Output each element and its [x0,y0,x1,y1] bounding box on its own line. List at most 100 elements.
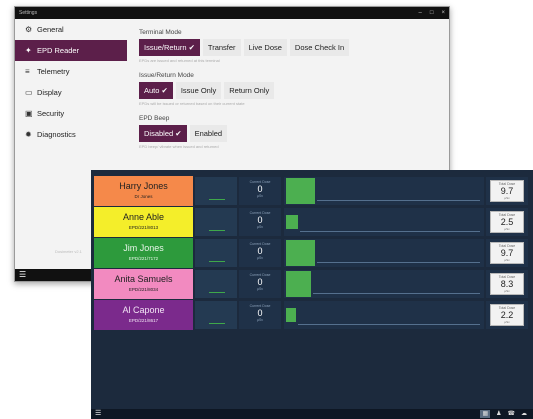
option-issue-return[interactable]: Issue/Return [139,39,200,56]
terminal-mode-help: EPDs are issued and returned at this ter… [139,58,220,63]
current-dose-value: 0 [257,308,263,318]
phone-icon[interactable]: ☎ [508,410,515,418]
option-disabled[interactable]: Disabled [139,125,187,142]
person-id: EPD/221/8013 [128,225,159,230]
person-name-card[interactable]: Anita Samuels EPD/221/8034 [94,269,193,299]
current-dose-box: Current Dose 0 µSv [239,270,281,298]
sidebar-item-display[interactable]: ▭ Display [15,82,127,103]
sidebar-item-label: Display [37,88,62,97]
person-name: Anne Able [122,212,165,222]
current-dose-box: Current Dose 0 µSv [239,239,281,267]
total-dose-card: Total Dose 9.7 µSv [490,242,524,264]
dose-progress-track [284,301,484,329]
total-dose-box: Total Dose 2.5 µSv [486,208,528,236]
sparkline-line [209,199,225,200]
person-id: EPD/221/8617 [128,318,159,323]
total-dose-value: 8.3 [500,279,514,289]
sidebar-item-epd-reader[interactable]: ✦ EPD Reader [15,40,127,61]
gear-icon: ⚙ [25,25,33,34]
option-transfer[interactable]: Transfer [202,39,241,56]
sidebar-item-label: Security [37,109,65,118]
current-dose-unit: µSv [256,256,264,260]
current-dose-unit: µSv [256,225,264,229]
option-auto[interactable]: Auto [139,82,173,99]
total-dose-box: Total Dose 8.3 µSv [486,270,528,298]
dose-progress-track [284,239,484,267]
settings-content: Terminal Mode Issue/Return Transfer Live… [139,29,439,158]
total-dose-unit: µSv [504,227,510,231]
total-dose-card: Total Dose 2.2 µSv [490,304,524,326]
maximize-button[interactable]: □ [430,7,434,19]
dose-row[interactable]: Al Capone EPD/221/8617 Current Dose 0 µSv Tot… [94,300,530,330]
dose-row[interactable]: Jim Jones EPD/221/7172 Current Dose 0 µSv Tot… [94,238,530,268]
current-dose-box: Current Dose 0 µSv [239,208,281,236]
dose-progress-track [284,177,484,205]
issue-return-mode-selector: Auto Issue Only Return Only [139,82,439,99]
option-issue-only[interactable]: Issue Only [175,82,222,99]
settings-titlebar: Settings – □ × [15,7,449,19]
dose-row[interactable]: Anne Able EPD/221/8013 Current Dose 0 µSv Tot… [94,207,530,237]
total-dose-unit: µSv [504,258,510,262]
hamburger-menu-icon[interactable]: ☰ [95,409,101,417]
tag-icon: ✦ [25,46,32,55]
minimize-button[interactable]: – [419,7,422,19]
total-dose-card: Total Dose 8.3 µSv [490,273,524,295]
person-name: Jim Jones [123,243,164,253]
dose-progress-fill [286,178,315,204]
total-dose-unit: µSv [504,196,510,200]
sparkline-line [209,292,225,293]
option-dose-check-in[interactable]: Dose Check In [289,39,350,56]
hamburger-menu-icon[interactable]: ☰ [19,270,26,279]
current-dose-box: Current Dose 0 µSv [239,177,281,205]
sidebar-item-diagnostics[interactable]: ✹ Diagnostics [15,124,127,145]
reader-taskbar: ☰ ▦ ♟ ☎ ☁ [91,409,533,419]
option-return-only[interactable]: Return Only [224,82,275,99]
taskbar-icons: ▦ ♟ ☎ ☁ [480,410,527,418]
signal-icon: ≡ [25,67,30,76]
close-button[interactable]: × [441,7,445,19]
total-dose-card: Total Dose 2.5 µSv [490,211,524,233]
sidebar-item-telemetry[interactable]: ≡ Telemetry [15,61,127,82]
dose-trend-sparkline [195,208,237,236]
dose-row[interactable]: Anita Samuels EPD/221/8034 Current Dose 0 µS… [94,269,530,299]
current-dose-value: 0 [257,215,263,225]
sidebar-item-general[interactable]: ⚙ General [15,19,127,40]
person-name-card[interactable]: Harry Jones Dr Jones [94,176,193,206]
person-id: EPD/221/8034 [128,287,159,292]
dose-progress-track [284,270,484,298]
option-enabled[interactable]: Enabled [189,125,228,142]
dose-progress-fill [286,271,311,297]
grid-icon[interactable]: ▦ [480,410,491,418]
total-dose-box: Total Dose 9.7 µSv [486,239,528,267]
sidebar-item-security[interactable]: ▣ Security [15,103,127,124]
window-title: Settings [19,10,38,16]
option-live-dose[interactable]: Live Dose [243,39,287,56]
dose-trend-sparkline [195,301,237,329]
current-dose-value: 0 [257,246,263,256]
terminal-mode-selector: Issue/Return Transfer Live Dose Dose Che… [139,39,439,56]
person-name-card[interactable]: Jim Jones EPD/221/7172 [94,238,193,268]
bug-icon: ✹ [25,130,32,139]
person-name-card[interactable]: Al Capone EPD/221/8617 [94,300,193,330]
epd-beep-selector: Disabled Enabled [139,125,439,142]
person-name-card[interactable]: Anne Able EPD/221/8013 [94,207,193,237]
total-dose-value: 2.5 [500,217,514,227]
sparkline-line [209,323,225,324]
current-dose-value: 0 [257,184,263,194]
dose-progress-track [284,208,484,236]
person-icon[interactable]: ♟ [496,410,501,418]
sidebar-item-label: Telemetry [37,67,70,76]
epd-beep-label: EPD Beep [139,115,170,122]
dose-progress-baseline [317,262,480,263]
person-name: Al Capone [122,305,165,315]
person-id: Dr Jones [134,194,153,199]
monitor-icon: ▭ [25,88,33,97]
current-dose-value: 0 [257,277,263,287]
sidebar-item-label: EPD Reader [37,46,80,55]
dose-row[interactable]: Harry Jones Dr Jones Current Dose 0 µSv Total… [94,176,530,206]
cloud-icon[interactable]: ☁ [521,410,527,418]
dose-trend-sparkline [195,177,237,205]
total-dose-box: Total Dose 2.2 µSv [486,301,528,329]
total-dose-value: 2.2 [500,310,514,320]
dose-progress-fill [286,240,315,266]
